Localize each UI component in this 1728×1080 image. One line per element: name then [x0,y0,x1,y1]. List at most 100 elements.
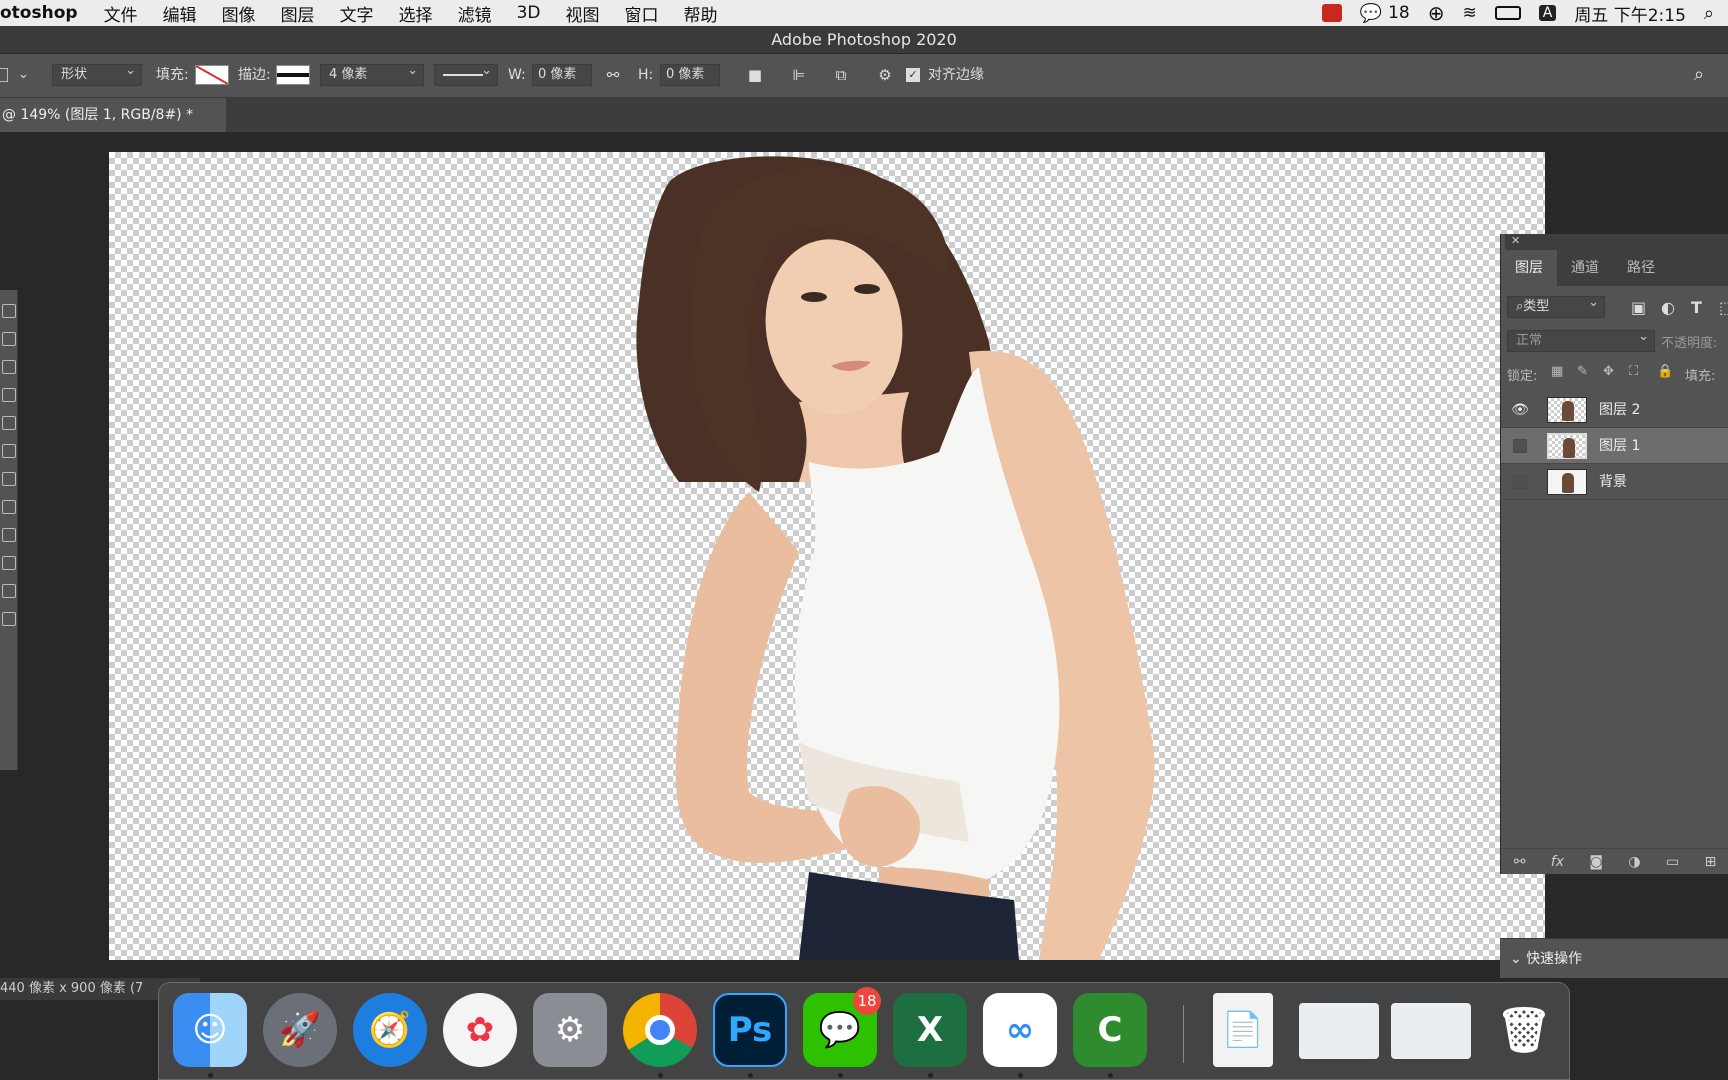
path-operations-icon[interactable]: ■ [744,64,766,86]
layer-row-1[interactable]: 图层 1 [1501,428,1728,464]
stroke-type-select[interactable] [434,61,498,86]
width-input[interactable]: 0 像素 [532,64,592,86]
search-icon[interactable]: ⌕ [1688,64,1710,86]
filter-type-icon[interactable]: T [1691,298,1702,317]
layer-row-2[interactable]: 👁 图层 2 [1501,392,1728,428]
chevron-down-icon[interactable]: ⌄ [1510,951,1522,967]
lasso-tool-icon[interactable] [2,360,16,374]
gear-icon[interactable]: ⚙ [874,64,896,86]
path-arrangement-icon[interactable]: ⧉ [830,64,852,86]
fill-label: 填充: [156,67,189,83]
menu-edit[interactable]: 编辑 [163,1,197,26]
brush-tool-icon[interactable] [2,444,16,458]
pen-tool-icon[interactable] [2,556,16,570]
lock-paint-icon[interactable]: ✎ [1577,364,1588,379]
spotlight-search-icon[interactable]: ⌕ [1704,3,1714,24]
tab-channels[interactable]: 通道 [1557,250,1613,286]
layer-row-background[interactable]: 背景 [1501,464,1728,500]
wechat-icon[interactable]: 💬 [1360,3,1382,24]
tool-preset-chevron-icon[interactable]: ⌄ [18,64,29,86]
screenshot-stack-icon[interactable] [1299,1003,1379,1059]
menu-app-name[interactable]: otoshop [0,3,78,23]
input-method-icon[interactable]: A [1538,5,1557,21]
menu-filter[interactable]: 滤镜 [458,1,492,26]
lock-position-icon[interactable]: ✥ [1603,364,1614,379]
gradient-tool-icon[interactable] [2,528,16,542]
height-input[interactable]: 0 像素 [660,64,720,86]
menu-file[interactable]: 文件 [104,1,138,26]
path-alignment-icon[interactable]: ⊫ [788,64,810,86]
move-tool-icon[interactable] [2,332,16,346]
crop-tool-icon[interactable] [2,388,16,402]
layer-style-fx-icon[interactable]: fx [1551,854,1564,870]
stroke-width-select[interactable]: 4 像素 [320,61,424,86]
zoom-tool-icon[interactable] [2,612,16,626]
visibility-toggle[interactable] [1513,439,1527,453]
trash-icon[interactable]: 🗑 [1487,993,1561,1067]
stamp-tool-icon[interactable] [2,472,16,486]
fill-swatch[interactable] [195,65,229,85]
visibility-eye-icon[interactable]: 👁 [1511,401,1529,419]
screenshot-stack-icon-2[interactable] [1391,1003,1471,1059]
filter-pixel-icon[interactable]: ▣ [1631,298,1646,317]
menu-type[interactable]: 文字 [340,1,374,26]
adjustment-layer-icon[interactable]: ◑ [1628,854,1640,870]
menu-view[interactable]: 视图 [565,1,599,26]
visibility-toggle[interactable] [1513,475,1527,489]
launchpad-icon[interactable]: 🚀 [263,993,337,1067]
document-stack-icon[interactable]: 📄 [1213,993,1273,1067]
canvas-area[interactable] [0,132,1545,982]
tool-preset-icon[interactable] [0,68,8,82]
eyedropper-tool-icon[interactable] [2,416,16,430]
stroke-swatch[interactable] [276,65,310,85]
menu-help[interactable]: 帮助 [683,1,717,26]
battery-icon[interactable] [1494,6,1521,20]
camtasia-icon[interactable]: C [1073,993,1147,1067]
chrome-icon[interactable] [623,993,697,1067]
eraser-tool-icon[interactable] [2,500,16,514]
lock-transparent-icon[interactable]: ▦ [1551,364,1563,379]
lock-artboard-icon[interactable]: ⛶ [1629,364,1638,379]
add-mask-icon[interactable]: ◙ [1589,854,1603,870]
photoshop-icon[interactable]: Ps [713,993,787,1067]
menu-3d[interactable]: 3D [517,3,541,23]
link-icon[interactable]: ⚯ [602,64,624,86]
screen-record-icon[interactable] [1321,4,1342,22]
layer-name[interactable]: 背景 [1599,464,1627,500]
link-layers-icon[interactable]: ⚯ [1514,854,1526,870]
layer-name[interactable]: 图层 1 [1599,428,1640,464]
menu-image[interactable]: 图像 [222,1,256,26]
photo-eye-right [854,284,880,294]
tab-layers[interactable]: 图层 [1501,250,1557,286]
system-preferences-icon[interactable]: ⚙ [533,993,607,1067]
baidu-netdisk-icon[interactable]: ∞ [983,993,1057,1067]
quick-actions-panel[interactable]: ⌄ 快速操作 [1500,938,1728,978]
document-tab[interactable]: @ 149% (图层 1, RGB/8#) * [0,98,226,132]
marquee-tool-icon[interactable] [2,304,16,318]
lock-all-icon[interactable]: 🔒 [1657,364,1673,379]
layer-filter-select[interactable]: ⌕类型 [1507,293,1605,318]
clock[interactable]: 周五 下午2:15 [1574,1,1686,26]
filter-adjustment-icon[interactable]: ◐ [1661,298,1675,317]
filter-shape-icon[interactable]: ⬚ [1719,298,1728,317]
shape-tool-icon[interactable] [2,584,16,598]
menu-select[interactable]: 选择 [399,1,433,26]
wifi-icon[interactable]: ≋ [1462,3,1476,23]
layer-name[interactable]: 图层 2 [1599,392,1640,428]
plus-circle-icon[interactable]: ⊕ [1428,1,1445,25]
new-group-folder-icon[interactable]: ▭ [1666,854,1679,870]
shape-mode-select[interactable]: 形状 [52,61,142,86]
document-canvas[interactable] [109,152,1545,960]
safari-icon[interactable]: 🧭 [353,993,427,1067]
photos-icon[interactable]: ✿ [443,993,517,1067]
excel-icon[interactable]: X [893,993,967,1067]
new-layer-icon[interactable]: ⊞ [1705,854,1717,870]
align-edges-checkbox[interactable]: ✓ [906,68,920,82]
finder-icon[interactable]: ☺ [173,993,247,1067]
menu-layer[interactable]: 图层 [281,1,315,26]
menu-window[interactable]: 窗口 [624,1,658,26]
panel-close-icon[interactable]: ✕ [1505,234,1728,250]
blend-mode-select[interactable]: 正常 [1507,327,1655,352]
wechat-icon[interactable]: 💬 18 [803,987,881,1067]
tab-paths[interactable]: 路径 [1613,250,1669,286]
